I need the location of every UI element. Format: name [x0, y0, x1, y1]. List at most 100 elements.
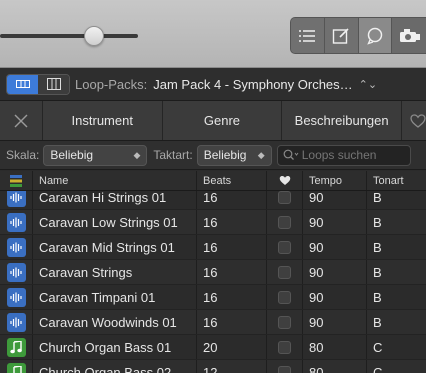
tempo-cell: 90 — [303, 285, 367, 309]
popup-arrows-icon[interactable]: ⌃⌄ — [359, 78, 377, 91]
audio-waveform-icon — [9, 267, 22, 277]
loop-type-cell — [0, 310, 33, 334]
tempo-cell: 80 — [303, 335, 367, 359]
favorite-cell — [267, 210, 303, 234]
close-icon — [14, 114, 28, 127]
loop-icon — [367, 27, 383, 45]
favorite-checkbox[interactable] — [278, 215, 291, 229]
beats-cell: 20 — [197, 335, 267, 359]
filter-genre-button[interactable]: Genre — [162, 101, 283, 140]
favorite-cell — [267, 360, 303, 373]
audio-loop-badge — [6, 191, 26, 207]
view-button-group — [290, 17, 426, 54]
key-cell: B — [373, 314, 382, 330]
reset-filter-button[interactable] — [0, 101, 43, 140]
tempo-column-header[interactable]: Tempo — [303, 171, 367, 190]
loop-packs-popup[interactable]: Jam Pack 4 - Symphony Orches… — [153, 77, 352, 92]
favorite-cell — [267, 191, 303, 209]
beats-cell: 16 — [197, 310, 267, 334]
filter-instrument-button[interactable]: Instrument — [42, 101, 163, 140]
tempo-cell: 90 — [303, 310, 367, 334]
favorite-cell — [267, 335, 303, 359]
table-row[interactable]: Church Organ Bass 02 12 80 C — [0, 360, 426, 373]
list-editors-button[interactable] — [291, 18, 325, 53]
table-row[interactable]: Caravan Strings 16 90 B — [0, 260, 426, 285]
beats-cell: 16 — [197, 260, 267, 284]
scale-popup[interactable]: Beliebig ◆ — [43, 144, 148, 166]
loop-name-cell: Caravan Timpani 01 — [33, 285, 197, 309]
loop-type-cell — [0, 191, 33, 209]
favorite-column-header[interactable] — [267, 171, 303, 190]
table-row[interactable]: Caravan Hi Strings 01 16 90 B — [0, 191, 426, 210]
column-view-toggle[interactable] — [38, 74, 69, 94]
beats-column-header[interactable]: Beats — [197, 171, 267, 190]
beats-cell: 12 — [197, 360, 267, 373]
beats-cell: 16 — [197, 191, 267, 209]
favorite-checkbox[interactable] — [278, 265, 291, 279]
favorite-checkbox[interactable] — [278, 240, 291, 254]
table-row[interactable]: Caravan Low Strings 01 16 90 B — [0, 210, 426, 235]
media-browser-button[interactable] — [392, 18, 426, 53]
table-row[interactable]: Church Organ Bass 01 20 80 C — [0, 335, 426, 360]
loop-packs-row: Loop-Packs: Jam Pack 4 - Symphony Orches… — [0, 68, 426, 101]
button-view-toggle[interactable] — [7, 74, 38, 94]
loop-name-cell: Church Organ Bass 02 — [33, 360, 197, 373]
zoom-slider-knob[interactable] — [83, 26, 104, 46]
zoom-slider-track[interactable] — [0, 34, 138, 38]
key-cell: B — [373, 239, 382, 255]
scale-label: Skala: — [6, 148, 40, 162]
audio-loop-badge — [6, 237, 26, 257]
favorite-checkbox[interactable] — [278, 365, 291, 373]
loop-type-cell — [0, 360, 33, 373]
loop-type-cell — [0, 285, 33, 309]
favorite-checkbox[interactable] — [278, 340, 291, 354]
filter-bar: Instrument Genre Beschreibungen — [0, 101, 426, 141]
table-row[interactable]: Caravan Mid Strings 01 16 90 B — [0, 235, 426, 260]
heart-icon — [410, 113, 426, 128]
favorites-filter-button[interactable] — [402, 101, 426, 140]
audio-waveform-icon — [9, 192, 22, 202]
type-column-header[interactable] — [0, 171, 33, 190]
search-input[interactable] — [301, 148, 410, 162]
loop-packs-label: Loop-Packs: — [75, 76, 148, 92]
toolbar — [0, 0, 426, 68]
loop-type-icon — [10, 174, 22, 187]
tempo-cell: 90 — [303, 210, 367, 234]
beats-cell: 16 — [197, 235, 267, 259]
audio-waveform-icon — [9, 242, 22, 252]
favorite-cell — [267, 285, 303, 309]
button-grid-icon — [15, 80, 30, 88]
view-mode-segmented-control — [6, 73, 70, 95]
audio-loop-badge — [6, 212, 26, 232]
loop-search-field[interactable] — [276, 144, 411, 166]
table-header: Name Beats Tempo Tonart — [0, 171, 426, 191]
signature-popup[interactable]: Beliebig ◆ — [196, 144, 272, 166]
favorite-checkbox[interactable] — [278, 191, 291, 204]
filter-descriptions-button[interactable]: Beschreibungen — [282, 101, 402, 140]
midi-note-icon — [13, 365, 22, 373]
heart-icon — [279, 176, 290, 185]
key-column-header[interactable]: Tonart — [367, 171, 426, 190]
loop-type-cell — [0, 335, 33, 359]
table-body: Caravan Hi Strings 01 16 90 B Caravan Low St… — [0, 191, 426, 373]
loop-name-cell: Caravan Mid Strings 01 — [33, 235, 197, 259]
tempo-cell: 90 — [303, 191, 367, 209]
midi-loop-badge — [6, 362, 26, 373]
loop-name-cell: Caravan Strings — [33, 260, 197, 284]
favorite-checkbox[interactable] — [278, 290, 291, 304]
favorite-checkbox[interactable] — [278, 315, 291, 329]
note-pad-button[interactable] — [324, 18, 359, 53]
table-row[interactable]: Caravan Timpani 01 16 90 B — [0, 285, 426, 310]
loops-table: Name Beats Tempo Tonart Caravan Hi Strin… — [0, 171, 426, 373]
table-row[interactable]: Caravan Woodwinds 01 16 90 B — [0, 310, 426, 335]
options-bar: Skala: Beliebig ◆ Taktart: Beliebig ◆ — [0, 141, 426, 170]
key-cell: B — [373, 214, 382, 230]
loop-browser-button[interactable] — [358, 18, 393, 53]
name-column-header[interactable]: Name — [33, 171, 197, 190]
note-pad-icon — [332, 27, 349, 44]
signature-value: Beliebig — [203, 148, 247, 162]
audio-loop-badge — [6, 287, 26, 307]
loop-name-cell: Caravan Woodwinds 01 — [33, 310, 197, 334]
audio-waveform-icon — [9, 317, 22, 327]
loop-type-cell — [0, 260, 33, 284]
